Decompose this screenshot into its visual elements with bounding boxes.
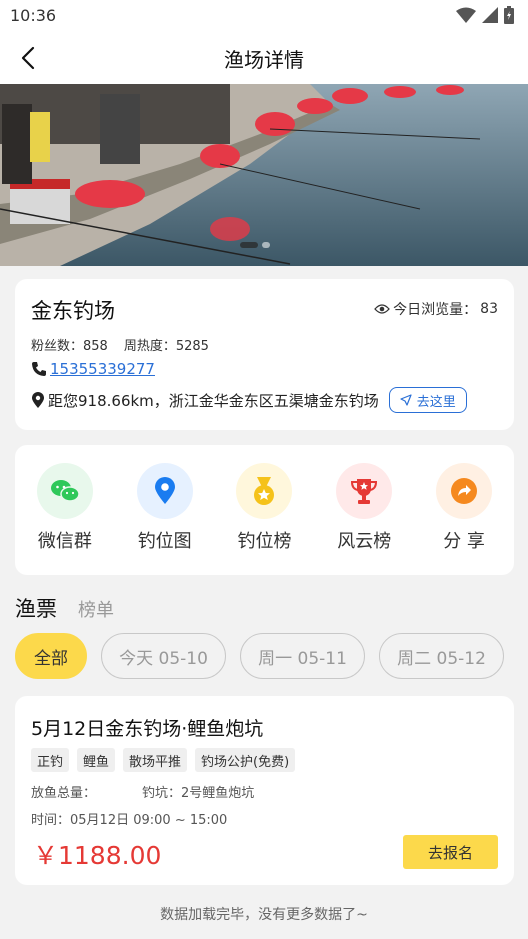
date-filter: 全部 今天 05-10 周一 05-11 周二 05-12 [15,633,504,679]
ticket-card[interactable]: 5月12日金东钓场·鲤鱼炮坑 正钓 鲤鱼 散场平推 钓场公护(免费) 放鱼总量：… [15,696,514,885]
tab-tickets[interactable]: 渔票 [15,593,57,623]
location-pin-icon-circle [136,463,193,519]
date-chip-today[interactable]: 今天 05-10 [101,633,226,679]
shop-name: 金东钓场 [31,299,115,323]
trophy-icon [351,479,378,504]
carousel-dot-active [240,242,258,248]
action-label: 钓位图 [137,531,192,552]
ticket-title: 5月12日金东钓场·鲤鱼炮坑 [31,718,264,740]
action-share[interactable]: 分 享 [419,463,509,575]
share-icon [451,478,478,504]
fishing-pit: 钓坑：2号鲤鱼炮坑 [142,786,255,801]
phone-row: 15355339277 [31,360,155,378]
medal-icon-circle [236,463,293,519]
signal-icon [482,7,498,23]
action-label: 钓位榜 [237,531,292,552]
signup-button[interactable]: 去报名 [403,835,498,869]
views-value: 83 [480,301,498,317]
phone-icon [32,362,46,376]
action-label: 分 享 [443,531,485,552]
ticket-meta: 放鱼总量： 钓坑：2号鲤鱼炮坑 [31,782,254,801]
share-icon-circle [436,463,493,519]
ticket-price: ￥1188.00 [33,841,162,870]
fans-count: 粉丝数：858 [31,339,108,354]
date-chip-all[interactable]: 全部 [15,633,87,679]
action-label: 风云榜 [337,531,392,552]
actions-card: 微信群 钓位图 钓位榜 风云榜 分 享 [15,445,514,575]
wechat-icon [50,480,80,502]
action-leaderboard[interactable]: 风云榜 [319,463,409,575]
tab-ranking[interactable]: 榜单 [78,596,114,622]
action-label: 微信群 [37,531,92,552]
navigation-arrow-icon [400,394,412,406]
fish-total: 放鱼总量： [31,786,97,801]
date-chip-tuesday[interactable]: 周二 05-12 [379,633,504,679]
navigate-label: 去这里 [416,394,456,410]
status-bar: 10:36 [0,0,528,30]
load-complete-note: 数据加载完毕，没有更多数据了~ [160,907,368,923]
ticket-tag: 鲤鱼 [77,748,116,772]
shop-stats: 粉丝数：858 周热度：5285 [31,335,209,354]
eye-icon [374,304,391,314]
navigate-button[interactable]: 去这里 [388,387,467,413]
phone-link[interactable]: 15355339277 [50,360,155,378]
battery-icon [504,6,514,24]
views-counter: 今日浏览量： 83 [374,299,498,319]
date-chip-monday[interactable]: 周一 05-11 [240,633,365,679]
ticket-time: 时间：05月12日 09:00 ~ 15:00 [31,813,228,828]
address-row: 距您918.66km，浙江金华金东区五渠塘金东钓场 去这里 [31,387,467,413]
action-seat-ranking[interactable]: 钓位榜 [219,463,309,575]
status-icons [456,6,514,24]
ticket-tags: 正钓 鲤鱼 散场平推 钓场公护(免费) [31,748,296,772]
action-wechat-group[interactable]: 微信群 [20,463,110,575]
carousel-dot [262,242,270,248]
views-label: 今日浏览量： [393,302,478,318]
shop-info-card: 金东钓场 今日浏览量： 83 粉丝数：858 周热度：5285 15355339… [15,279,514,430]
location-icon [32,391,44,408]
ticket-tag: 正钓 [31,748,70,772]
medal-icon [254,477,275,505]
ticket-tag: 钓场公护(免费) [195,748,296,772]
location-pin-icon [154,477,175,504]
ticket-tag: 散场平推 [123,748,188,772]
address-text: 距您918.66km，浙江金华金东区五渠塘金东钓场 [48,391,379,410]
section-tabs: 渔票 榜单 [15,593,114,623]
action-seat-map[interactable]: 钓位图 [120,463,210,575]
trophy-icon-circle [336,463,393,519]
fishing-pond-image [0,84,528,266]
page-title: 渔场详情 [224,48,304,72]
hero-photo[interactable] [0,84,528,266]
wifi-icon [456,7,476,23]
nav-bar: 渔场详情 [0,30,528,84]
weekly-heat: 周热度：5285 [123,339,209,354]
status-time: 10:36 [10,6,57,25]
carousel-indicator [240,242,270,248]
wechat-icon-circle [36,463,93,519]
